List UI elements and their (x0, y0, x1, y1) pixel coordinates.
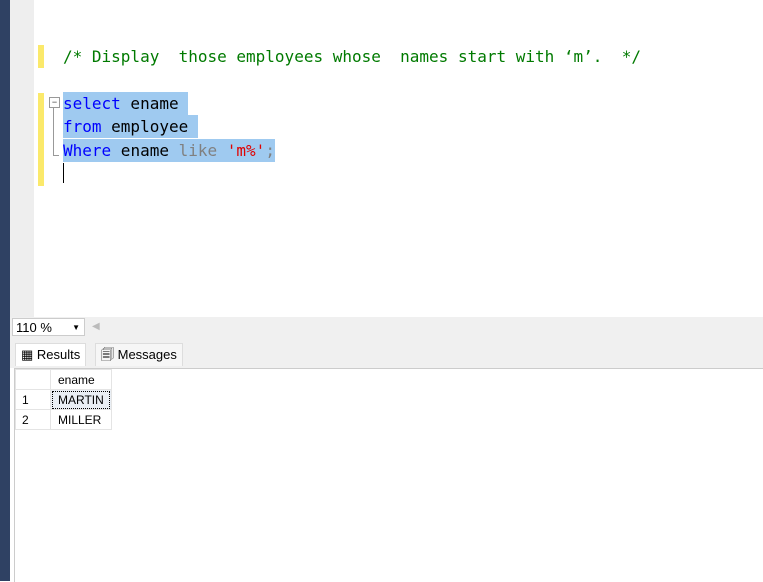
zoom-select[interactable]: 110 % ▼ (12, 318, 85, 336)
tab-label: Messages (117, 347, 177, 362)
header-row: ename (15, 369, 112, 390)
table-row: 2 MILLER (15, 409, 112, 430)
sql-comment: /* Display those employees whose names s… (63, 47, 641, 66)
change-marker (38, 93, 44, 186)
window-edge (0, 0, 10, 581)
collapse-icon[interactable]: − (49, 97, 60, 108)
fold-guide (53, 108, 59, 156)
text-caret (63, 163, 64, 183)
tab-messages[interactable]: 🗐 Messages (95, 343, 183, 366)
keyword: from (63, 117, 102, 136)
scroll-left-icon[interactable]: ◀ (92, 321, 100, 332)
identifier: ename (120, 94, 189, 113)
column-header[interactable]: ename (50, 369, 112, 390)
chevron-down-icon: ▼ (72, 323, 80, 332)
results-tabs: ▦ Results 🗐 Messages (10, 338, 763, 368)
semicolon: ; (265, 141, 275, 160)
zoom-bar: 110 % ▼ ◀ (10, 317, 763, 338)
table-row: 1 MARTIN (15, 389, 112, 410)
row-number[interactable]: 2 (15, 409, 51, 430)
cell-ename[interactable]: MILLER (50, 409, 112, 430)
keyword: Where (63, 141, 112, 160)
operator: like (178, 141, 218, 160)
messages-icon: 🗐 (101, 347, 114, 362)
code-line-1: select ename (63, 92, 189, 115)
cell-ename[interactable]: MARTIN (50, 389, 112, 410)
change-marker (38, 45, 44, 68)
code-line-3: Where ename like 'm%'; (63, 139, 275, 162)
corner-cell[interactable] (15, 369, 51, 390)
grid-icon: ▦ (21, 347, 34, 362)
identifier: employee (101, 117, 198, 136)
row-number[interactable]: 1 (15, 389, 51, 410)
tab-label: Results (36, 347, 81, 362)
identifier: ename (111, 141, 179, 160)
keyword: select (63, 94, 121, 113)
code-line-2: from employee (63, 115, 198, 138)
editor-gutter (10, 0, 34, 317)
string-literal: 'm%' (226, 141, 266, 160)
results-grid[interactable]: ename 1 MARTIN 2 MILLER (14, 368, 763, 582)
zoom-value: 110 % (16, 320, 52, 335)
tab-results[interactable]: ▦ Results (15, 343, 87, 366)
